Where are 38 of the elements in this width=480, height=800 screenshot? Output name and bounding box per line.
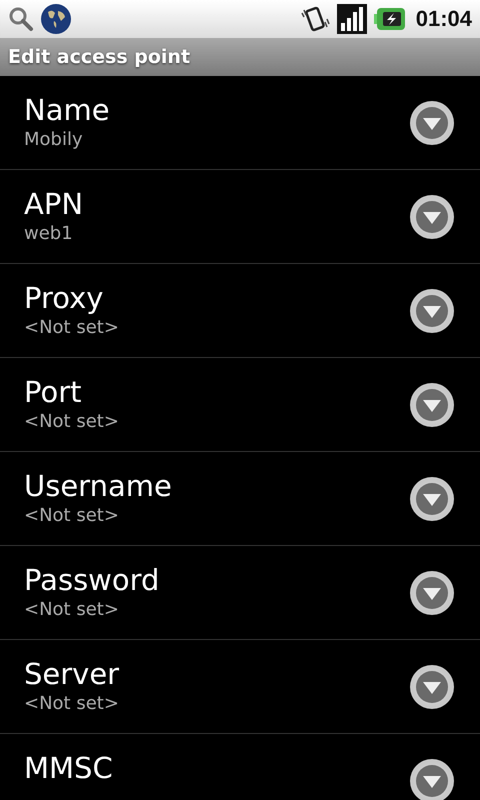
preference-title: Username (24, 468, 172, 504)
dropdown-button[interactable] (410, 382, 454, 426)
dropdown-button[interactable] (410, 194, 454, 238)
dropdown-button[interactable] (410, 100, 454, 144)
dropdown-button[interactable] (410, 288, 454, 332)
preference-title: Password (24, 562, 160, 598)
preference-row[interactable]: Password <Not set> (0, 546, 480, 640)
preference-row[interactable]: MMSC (0, 734, 480, 800)
preference-row[interactable]: APN web1 (0, 170, 480, 264)
preference-value: <Not set> (24, 692, 119, 716)
dropdown-button[interactable] (410, 664, 454, 708)
signal-icon (336, 3, 368, 35)
preference-value: <Not set> (24, 504, 119, 528)
preference-title: Port (24, 374, 82, 410)
preference-title: MMSC (24, 750, 113, 786)
search-icon[interactable] (8, 6, 34, 32)
preference-value: <Not set> (24, 410, 119, 434)
globe-icon[interactable] (40, 3, 72, 35)
preference-title: Proxy (24, 280, 104, 316)
preference-row[interactable]: Username <Not set> (0, 452, 480, 546)
clock-time: 01:04 (416, 6, 472, 32)
screen-title: Edit access point (8, 46, 190, 68)
preference-value: <Not set> (24, 316, 119, 340)
preference-row[interactable]: Port <Not set> (0, 358, 480, 452)
dropdown-button[interactable] (410, 758, 454, 800)
preference-value: web1 (24, 222, 73, 246)
vibrate-icon (300, 4, 330, 34)
preference-row[interactable]: Server <Not set> (0, 640, 480, 734)
battery-charging-icon (374, 7, 406, 31)
dropdown-button[interactable] (410, 476, 454, 520)
preference-title: Server (24, 656, 120, 692)
preference-value: Mobily (24, 128, 83, 152)
preference-row[interactable]: Name Mobily (0, 76, 480, 170)
preference-title: APN (24, 186, 84, 222)
dropdown-button[interactable] (410, 570, 454, 614)
preference-title: Name (24, 92, 110, 128)
preference-row[interactable]: Proxy <Not set> (0, 264, 480, 358)
preference-value: <Not set> (24, 598, 119, 622)
